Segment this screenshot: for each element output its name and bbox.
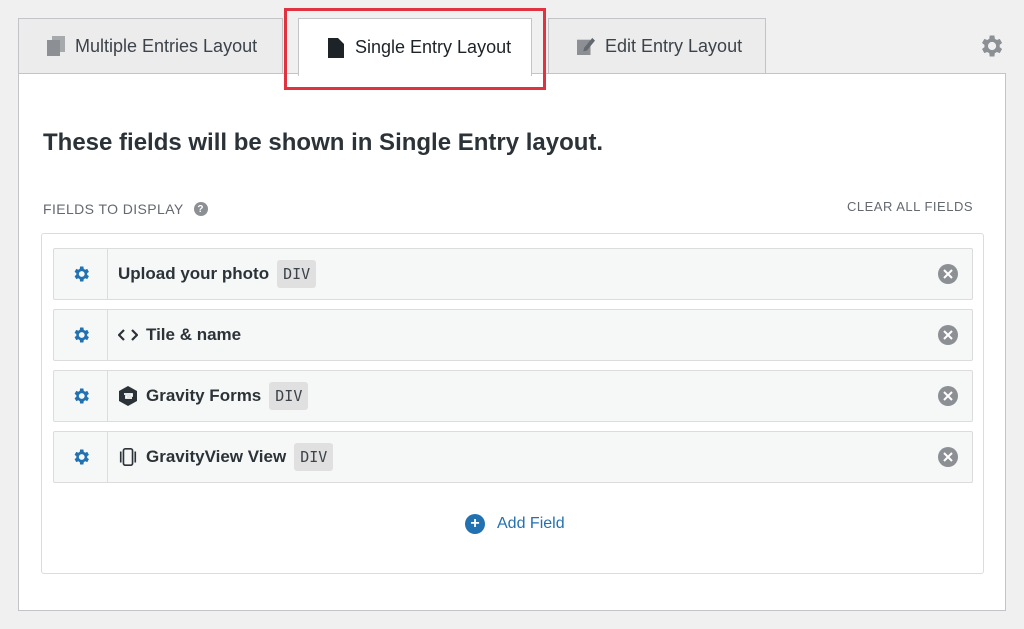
copy-icon <box>47 35 65 57</box>
field-body: Gravity Forms DIV <box>108 382 938 410</box>
gravityview-icon <box>118 447 138 467</box>
field-body: Upload your photo DIV <box>108 260 938 288</box>
remove-field-icon[interactable] <box>938 386 958 406</box>
field-label: Upload your photo <box>118 264 270 283</box>
panel-heading: These fields will be shown in Single Ent… <box>43 129 604 156</box>
field-row[interactable]: Upload your photo DIV <box>53 248 973 300</box>
fields-area: Upload your photo DIV Tile & name Gravit… <box>41 233 984 574</box>
field-settings-gear-icon[interactable] <box>54 432 108 482</box>
help-icon[interactable]: ? <box>193 202 208 216</box>
tab-label: Multiple Entries Layout <box>75 35 258 56</box>
fields-label-text: FIELDS TO DISPLAY <box>43 201 184 217</box>
field-settings-gear-icon[interactable] <box>54 249 108 299</box>
add-field-label: Add Field <box>497 515 565 532</box>
single-entry-panel: These fields will be shown in Single Ent… <box>18 73 1006 611</box>
remove-field-icon[interactable] <box>938 447 958 467</box>
tab-label: Edit Entry Layout <box>605 35 743 56</box>
fields-to-display-label: FIELDS TO DISPLAY ? <box>43 201 208 217</box>
field-badge: DIV <box>294 443 334 471</box>
field-label: GravityView View <box>146 447 287 466</box>
clear-all-fields-link[interactable]: CLEAR ALL FIELDS <box>847 199 973 214</box>
field-body: Tile & name <box>108 325 938 345</box>
field-badge: DIV <box>269 382 309 410</box>
field-label: Tile & name <box>146 325 242 344</box>
document-icon <box>327 37 345 59</box>
tab-label: Single Entry Layout <box>355 37 512 57</box>
tab-multiple-entries[interactable]: Multiple Entries Layout <box>18 18 283 73</box>
edit-icon <box>577 35 595 57</box>
tab-single-entry[interactable]: Single Entry Layout <box>298 18 532 76</box>
field-badge: DIV <box>277 260 317 288</box>
field-settings-gear-icon[interactable] <box>54 371 108 421</box>
code-icon <box>118 325 138 345</box>
field-body: GravityView View DIV <box>108 443 938 471</box>
add-field-button[interactable]: + Add Field <box>465 514 565 534</box>
field-row[interactable]: GravityView View DIV <box>53 431 973 483</box>
gear-icon[interactable] <box>977 32 1005 60</box>
field-row[interactable]: Gravity Forms DIV <box>53 370 973 422</box>
tab-edit-entry[interactable]: Edit Entry Layout <box>548 18 766 73</box>
remove-field-icon[interactable] <box>938 264 958 284</box>
field-label: Gravity Forms <box>146 386 262 405</box>
field-row[interactable]: Tile & name <box>53 309 973 361</box>
gravity-forms-icon <box>118 386 138 406</box>
field-settings-gear-icon[interactable] <box>54 310 108 360</box>
plus-circle-icon: + <box>465 514 485 534</box>
layout-tabs: Multiple Entries Layout Single Entry Lay… <box>0 0 1024 90</box>
remove-field-icon[interactable] <box>938 325 958 345</box>
